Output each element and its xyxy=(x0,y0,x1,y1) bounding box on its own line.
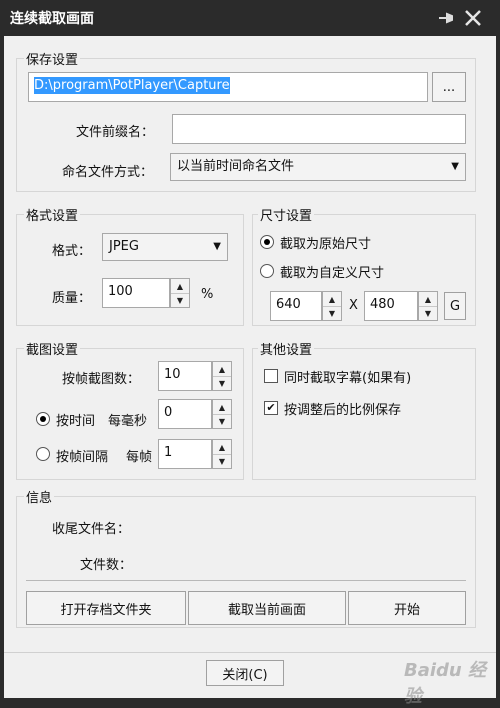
window-title: 连续截取画面 xyxy=(10,11,94,27)
quality-input[interactable]: 100 xyxy=(102,278,170,308)
checkmark-icon: ✔ xyxy=(266,401,276,414)
capture-now-button[interactable]: 截取当前画面 xyxy=(188,591,346,625)
g-button[interactable]: G xyxy=(444,292,466,320)
per-frame-input[interactable]: 10 xyxy=(158,361,212,391)
width-input[interactable]: 640 xyxy=(270,291,322,321)
save-path-input[interactable]: D:\program\PotPlayer\Capture xyxy=(28,72,428,102)
width-stepper[interactable]: ▲ ▼ xyxy=(322,291,342,321)
format-select[interactable]: JPEG ▼ xyxy=(102,233,228,261)
arrow-up-icon[interactable]: ▲ xyxy=(171,279,189,294)
custom-size-radio[interactable] xyxy=(260,264,274,278)
save-path-value: D:\program\PotPlayer\Capture xyxy=(34,77,230,94)
chevron-down-icon: ▼ xyxy=(451,161,459,172)
format-settings-label: 格式设置 xyxy=(24,205,81,224)
subs-checkbox[interactable] xyxy=(264,369,278,383)
per-frame-stepper[interactable]: ▲ ▼ xyxy=(212,361,232,391)
prefix-label: 文件前缀名： xyxy=(76,125,155,140)
chevron-down-icon: ▼ xyxy=(213,241,221,252)
ratio-label: 按调整后的比例保存 xyxy=(284,403,402,418)
divider xyxy=(26,580,466,581)
naming-select-value: 以当前时间命名文件 xyxy=(177,159,295,174)
by-time-input[interactable]: 0 xyxy=(158,399,212,429)
ratio-checkbox[interactable]: ✔ xyxy=(264,401,278,415)
last-file-label: 收尾文件名： xyxy=(52,522,131,537)
arrow-up-icon[interactable]: ▲ xyxy=(213,400,231,415)
arrow-down-icon[interactable]: ▼ xyxy=(213,376,231,390)
arrow-down-icon[interactable]: ▼ xyxy=(323,306,341,320)
by-time-radio[interactable] xyxy=(36,412,50,426)
per-frame-label: 按帧截图数： xyxy=(62,372,141,387)
info-label: 信息 xyxy=(24,487,55,506)
original-size-radio[interactable] xyxy=(260,235,274,249)
size-settings-label: 尺寸设置 xyxy=(258,205,315,224)
by-frame-input[interactable]: 1 xyxy=(158,439,212,469)
footer-divider xyxy=(4,652,496,653)
by-frame-radio[interactable] xyxy=(36,447,50,461)
height-stepper[interactable]: ▲ ▼ xyxy=(418,291,438,321)
other-settings-label: 其他设置 xyxy=(258,339,315,358)
open-folder-button[interactable]: 打开存档文件夹 xyxy=(26,591,186,625)
naming-label: 命名文件方式： xyxy=(62,165,154,180)
quality-label: 质量： xyxy=(52,291,92,306)
by-time-label: 按时间 xyxy=(56,414,96,429)
format-settings-group xyxy=(16,214,244,326)
naming-select[interactable]: 以当前时间命名文件 ▼ xyxy=(170,153,466,181)
by-time-stepper[interactable]: ▲ ▼ xyxy=(212,399,232,429)
format-label: 格式： xyxy=(52,244,92,259)
arrow-down-icon[interactable]: ▼ xyxy=(213,414,231,428)
arrow-up-icon[interactable]: ▲ xyxy=(323,292,341,307)
pin-icon[interactable] xyxy=(436,8,456,28)
arrow-down-icon[interactable]: ▼ xyxy=(213,454,231,468)
custom-size-label: 截取为自定义尺寸 xyxy=(280,266,385,281)
by-frame-stepper[interactable]: ▲ ▼ xyxy=(212,439,232,469)
start-button[interactable]: 开始 xyxy=(348,591,466,625)
height-input[interactable]: 480 xyxy=(364,291,418,321)
by-frame-label: 按帧间隔 xyxy=(56,450,109,465)
prefix-input[interactable] xyxy=(172,114,466,144)
close-button[interactable]: 关闭(C) xyxy=(206,660,284,686)
browse-button[interactable]: ... xyxy=(432,72,466,102)
by-frame-hint: 每帧 xyxy=(126,450,152,465)
watermark: Baidu 经验 xyxy=(404,660,487,707)
arrow-up-icon[interactable]: ▲ xyxy=(213,440,231,455)
format-select-value: JPEG xyxy=(109,239,139,254)
arrow-up-icon[interactable]: ▲ xyxy=(419,292,437,307)
original-size-label: 截取为原始尺寸 xyxy=(280,237,372,252)
capture-settings-label: 截图设置 xyxy=(24,339,81,358)
arrow-down-icon[interactable]: ▼ xyxy=(171,293,189,307)
size-times-label: X xyxy=(349,298,358,313)
arrow-down-icon[interactable]: ▼ xyxy=(419,306,437,320)
file-count-label: 文件数： xyxy=(80,558,133,573)
quality-stepper[interactable]: ▲ ▼ xyxy=(170,278,190,308)
by-time-hint: 每毫秒 xyxy=(108,414,148,429)
quality-unit: % xyxy=(201,287,214,302)
close-icon[interactable] xyxy=(462,7,484,29)
arrow-up-icon[interactable]: ▲ xyxy=(213,362,231,377)
subs-label: 同时截取字幕(如果有) xyxy=(284,371,412,386)
save-settings-label: 保存设置 xyxy=(24,49,81,68)
